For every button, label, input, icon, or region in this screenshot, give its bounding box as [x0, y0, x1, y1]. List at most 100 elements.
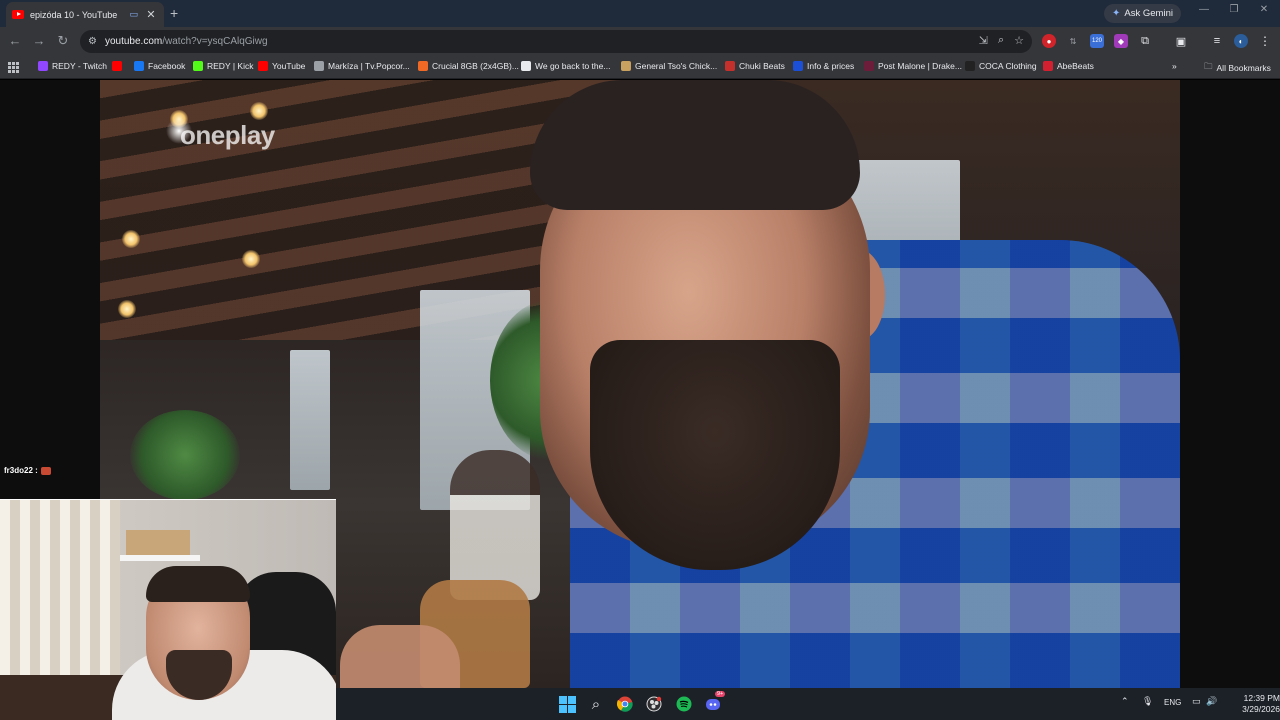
network-icon[interactable]: ▭	[1192, 696, 1201, 707]
webcam-box	[126, 530, 190, 556]
kick-icon	[193, 61, 203, 71]
profile-avatar[interactable]: ◐	[1234, 34, 1248, 48]
bookmark-label: Crucial 8GB (2x4GB)...	[432, 61, 519, 71]
webcam-curtain	[0, 500, 120, 680]
reload-button[interactable]: ↻	[54, 33, 72, 49]
close-tab-icon[interactable]: ✕	[144, 8, 158, 21]
language-indicator[interactable]: ENG	[1164, 698, 1181, 707]
facebook-icon	[134, 61, 144, 71]
microphone-icon[interactable]: 🎙	[1142, 696, 1153, 707]
bookmark-label: We go back to the...	[535, 61, 611, 71]
chrome-taskbar-icon[interactable]	[616, 695, 634, 713]
bookmark-item[interactable]	[112, 61, 126, 71]
bookmark-item[interactable]: Chuki Beats	[725, 61, 785, 71]
url-path: /watch?v=ysqCAlqGiwg	[162, 36, 268, 47]
ask-gemini-label: Ask Gemini	[1124, 8, 1173, 19]
bookmark-item[interactable]: REDY - Twitch	[38, 61, 107, 71]
google-icon	[521, 61, 531, 71]
start-windows-icon[interactable]	[558, 695, 576, 713]
tray-overflow-icon[interactable]: ⌃	[1121, 696, 1129, 707]
bookmark-item[interactable]: Crucial 8GB (2x4GB)...	[418, 61, 519, 71]
apps-grid-icon[interactable]	[8, 62, 19, 73]
menu-kebab-icon[interactable]: ⋮	[1258, 34, 1272, 48]
scene-light	[250, 102, 268, 120]
scene-light	[242, 250, 260, 268]
cast-icon[interactable]: ▭	[129, 9, 138, 20]
install-app-icon[interactable]: ⇲	[979, 34, 988, 47]
discord-badge: 9+	[715, 691, 726, 697]
food-icon	[621, 61, 631, 71]
extension-arrows-icon[interactable]: ⇅	[1066, 34, 1080, 48]
bookmark-item[interactable]: AbeBeats	[1043, 61, 1094, 71]
music-icon	[864, 61, 874, 71]
obs-taskbar-icon[interactable]	[645, 695, 663, 713]
scene-window	[290, 350, 330, 490]
volume-icon[interactable]: 🔊	[1206, 696, 1217, 707]
scene-man-hand	[340, 625, 460, 688]
chat-emote-icon	[40, 466, 51, 475]
spotify-taskbar-icon[interactable]	[675, 695, 693, 713]
media-controls-icon[interactable]: ≡	[1210, 34, 1224, 48]
tab-title: epizóda 10 - YouTube	[30, 9, 118, 20]
extension-badge-icon[interactable]: 120	[1090, 34, 1104, 48]
bookmark-item[interactable]: Facebook	[134, 61, 185, 71]
new-tab-button[interactable]: +	[170, 5, 178, 21]
clothing-icon	[965, 61, 975, 71]
bookmark-label: AbeBeats	[1057, 61, 1094, 71]
extension-purple-icon[interactable]: ◆	[1114, 34, 1128, 48]
bookmark-label: Facebook	[148, 61, 186, 71]
bookmark-item[interactable]: Info & prices	[793, 61, 854, 71]
bookmark-item[interactable]: We go back to the...	[521, 61, 610, 71]
extensions-puzzle-icon[interactable]: ⧉	[1138, 34, 1152, 48]
bookmark-item[interactable]: Markíza | Tv.Popcor...	[314, 61, 410, 71]
scene-light	[122, 230, 140, 248]
bookmark-label: YouTube	[272, 61, 306, 71]
folder-icon: 🗀	[1204, 61, 1213, 71]
bookmark-item[interactable]: General Tso's Chick...	[621, 61, 717, 71]
back-button[interactable]: ←	[6, 33, 24, 48]
address-bar[interactable]: ⚙ youtube.com/watch?v=ysqCAlqGiwg ⇲ ⌕ ☆	[80, 30, 1032, 53]
discord-taskbar-icon[interactable]: 9+	[704, 691, 726, 713]
extension-red-icon[interactable]: ●	[1042, 34, 1056, 48]
bookmark-item[interactable]: YouTube	[258, 61, 305, 71]
bookmark-label: REDY | Kick	[207, 61, 254, 71]
close-window-button[interactable]: ✕	[1250, 4, 1278, 15]
bookmarks-overflow-icon[interactable]: »	[1172, 61, 1177, 71]
ask-gemini-button[interactable]: ✦ Ask Gemini	[1104, 4, 1181, 23]
oneplay-watermark: oneplay	[180, 120, 275, 150]
bookmark-item[interactable]: Post Malone | Drake...	[864, 61, 962, 71]
b-icon	[793, 61, 803, 71]
browser-tab[interactable]: epizóda 10 - YouTube ▭ ✕	[6, 2, 164, 27]
all-bookmarks-button[interactable]: 🗀 All Bookmarks	[1204, 61, 1271, 75]
scene-light	[118, 300, 136, 318]
bookmark-label: Chuki Beats	[739, 61, 785, 71]
webcam-shelf	[120, 555, 200, 561]
shop-icon	[418, 61, 428, 71]
scene-background-person	[450, 450, 540, 600]
bookmark-label: COCA Clothing	[979, 61, 1037, 71]
side-panel-icon[interactable]: ▣	[1174, 34, 1188, 48]
site-info-icon[interactable]: ⚙	[88, 36, 97, 47]
url-host: youtube.com	[104, 36, 163, 47]
search-icon[interactable]: ⌕	[587, 695, 605, 713]
bookmark-label: REDY - Twitch	[52, 61, 107, 71]
system-clock[interactable]: 12:39 PM 3/29/2026	[1228, 693, 1280, 715]
bookmark-item[interactable]: REDY | Kick	[193, 61, 253, 71]
chat-username: fr3do22 :	[4, 466, 38, 475]
bookmark-label: General Tso's Chick...	[635, 61, 718, 71]
minimize-button[interactable]: —	[1190, 4, 1218, 15]
chat-message: fr3do22 :	[4, 466, 51, 475]
zoom-icon[interactable]: ⌕	[998, 34, 1004, 47]
gemini-sparkle-icon: ✦	[1112, 8, 1121, 19]
bookmark-star-icon[interactable]: ☆	[1014, 34, 1024, 47]
forward-button[interactable]: →	[30, 33, 48, 48]
bookmark-item[interactable]: COCA Clothing	[965, 61, 1037, 71]
bookmark-label: Markíza | Tv.Popcor...	[328, 61, 410, 71]
url-text[interactable]: youtube.com/watch?v=ysqCAlqGiwg	[105, 36, 268, 47]
maximize-button[interactable]: ❐	[1220, 4, 1248, 15]
bookmarks-bar: REDY - Twitch Facebook REDY | Kick YouTube M…	[0, 56, 1280, 79]
clock-time: 12:39 PM	[1243, 693, 1280, 703]
music-icon	[725, 61, 735, 71]
scene-plant	[130, 410, 240, 500]
webcam-overlay	[0, 499, 336, 720]
